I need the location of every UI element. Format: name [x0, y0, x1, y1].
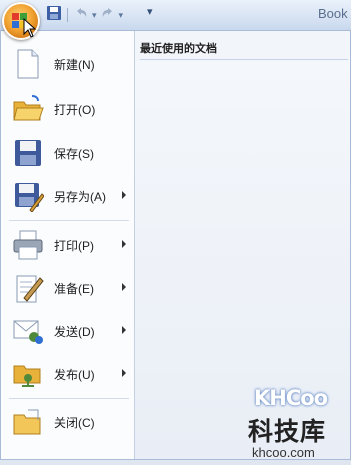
recent-header-divider	[140, 59, 348, 60]
menu-item-label: 保存(S)	[54, 146, 94, 161]
menu-item-open[interactable]: 打开(O)	[4, 88, 132, 130]
menu-item-label: 关闭(C)	[54, 415, 95, 430]
menu-commands: 新建(N) 打开(O) 保存(S) 另存为(A) 打印(P) 准备(E) 发送(…	[1, 31, 135, 459]
toolbar-separator	[67, 8, 68, 22]
redo-dropdown-icon[interactable]: ▾	[119, 10, 124, 21]
menu-item-close[interactable]: 关闭(C)	[4, 401, 132, 443]
menu-item-publish[interactable]: 发布(U)	[4, 353, 132, 395]
title-bar: ▾ ▾ ▾ Book	[0, 0, 351, 31]
menu-item-send[interactable]: 发送(D)	[4, 310, 132, 352]
window-title: Book	[318, 6, 348, 21]
publish-icon	[13, 365, 41, 387]
mouse-cursor-icon	[23, 18, 37, 38]
menu-item-label: 发布(U)	[54, 367, 95, 382]
submenu-arrow-icon	[122, 191, 126, 199]
menu-divider	[9, 398, 129, 399]
khcoo-watermark: KHCoo 科技库 khcoo.com	[232, 384, 346, 464]
send-icon	[13, 320, 43, 344]
menu-item-save[interactable]: 保存(S)	[4, 132, 132, 174]
save-as-icon	[15, 183, 44, 212]
prepare-icon	[16, 275, 44, 303]
watermark-url: khcoo.com	[252, 445, 315, 460]
menu-item-prepare[interactable]: 准备(E)	[4, 267, 132, 309]
menu-item-print[interactable]: 打印(P)	[4, 224, 132, 266]
menu-item-label: 新建(N)	[54, 57, 95, 72]
open-folder-icon	[13, 95, 44, 121]
recent-documents-header: 最近使用的文档	[140, 43, 217, 55]
menu-divider	[9, 220, 129, 221]
menu-item-label: 准备(E)	[54, 281, 94, 296]
menu-item-label: 发送(D)	[54, 324, 95, 339]
new-document-icon	[17, 49, 39, 79]
submenu-arrow-icon	[122, 283, 126, 291]
menu-item-label: 打开(O)	[54, 102, 96, 117]
save-disk-icon	[15, 140, 41, 166]
close-folder-icon	[13, 409, 41, 435]
menu-item-label: 另存为(A)	[54, 189, 106, 204]
menu-item-save-as[interactable]: 另存为(A)	[4, 175, 132, 217]
undo-dropdown-icon[interactable]: ▾	[92, 10, 97, 21]
menu-item-label: 打印(P)	[54, 238, 94, 253]
quick-access-toolbar: ▾ ▾	[46, 5, 123, 25]
printer-icon	[13, 230, 43, 260]
save-icon[interactable]	[46, 5, 62, 26]
menu-item-new[interactable]: 新建(N)	[4, 43, 132, 85]
watermark-brand: KHCoo	[254, 386, 328, 410]
submenu-arrow-icon	[122, 240, 126, 248]
redo-icon[interactable]	[100, 5, 116, 26]
submenu-arrow-icon	[122, 369, 126, 377]
submenu-arrow-icon	[122, 326, 126, 334]
undo-icon[interactable]	[73, 5, 89, 26]
watermark-chinese: 科技库	[248, 418, 327, 446]
customize-toolbar-icon[interactable]: ▾	[147, 5, 153, 18]
